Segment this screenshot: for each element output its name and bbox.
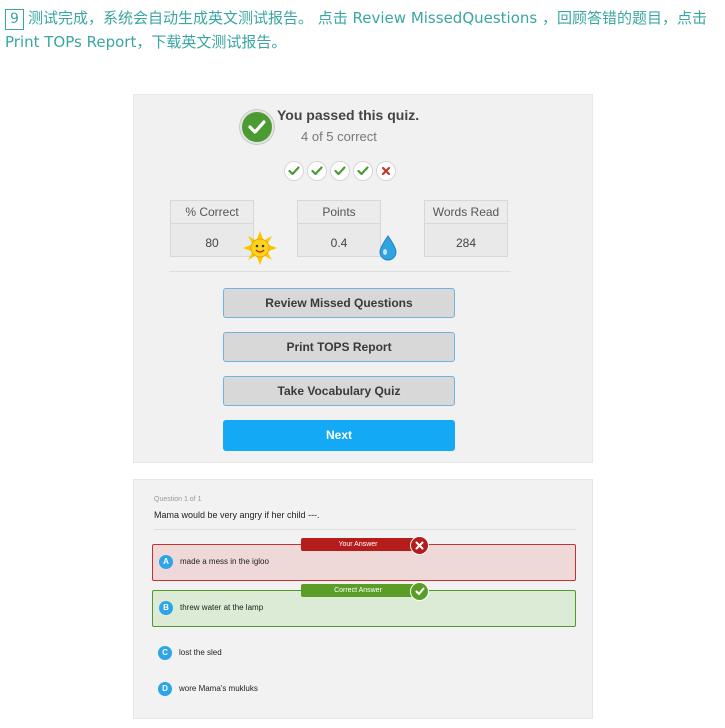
your-answer-tag: Your Answer	[301, 536, 429, 555]
wrong-x-icon	[410, 536, 429, 555]
stat-value: 0.4	[330, 236, 348, 250]
stat-words-read: Words Read 284	[424, 200, 508, 257]
correct-answer-label: Correct Answer	[334, 587, 382, 594]
correct-check-icon	[307, 161, 327, 181]
take-vocabulary-quiz-button[interactable]: Take Vocabulary Quiz	[223, 376, 455, 406]
option-a-your-answer[interactable]: Your Answer A made a mess in the igloo	[152, 536, 576, 581]
answer-indicators	[284, 161, 396, 181]
stat-label: Words Read	[425, 201, 507, 224]
option-text: wore Mama's mukluks	[179, 684, 258, 693]
passed-check-icon	[240, 110, 274, 144]
option-text: made a mess in the igloo	[180, 557, 269, 566]
next-button[interactable]: Next	[223, 420, 455, 451]
your-answer-label: Your Answer	[338, 541, 378, 548]
review-missed-questions-button[interactable]: Review Missed Questions	[223, 288, 455, 318]
option-b-correct-answer[interactable]: Correct Answer B threw water at the lamp	[152, 582, 576, 627]
incorrect-x-icon	[376, 161, 396, 181]
option-text: threw water at the lamp	[180, 603, 264, 612]
correct-check-icon	[284, 161, 304, 181]
question-counter: Question 1 of 1	[154, 496, 202, 503]
option-letter: C	[158, 646, 172, 660]
stat-label: Points	[298, 201, 380, 224]
stat-label: % Correct	[171, 201, 253, 224]
instruction-body: 测试完成，系统会自动生成英文测试报告。 点击 Review MissedQues…	[5, 9, 707, 51]
option-c[interactable]: C lost the sled	[152, 636, 576, 673]
question-review-panel: Question 1 of 1 Mama would be very angry…	[133, 479, 593, 719]
passed-title: You passed this quiz.	[277, 107, 420, 123]
section-divider	[169, 271, 511, 272]
option-text: lost the sled	[179, 648, 222, 657]
correct-answer-tag: Correct Answer	[301, 582, 429, 601]
quiz-result-panel: You passed this quiz. 4 of 5 correct % C…	[133, 94, 593, 463]
print-tops-report-button[interactable]: Print TOPS Report	[223, 332, 455, 362]
option-letter: B	[159, 601, 173, 615]
correct-check-icon	[353, 161, 373, 181]
option-letter: D	[158, 682, 172, 696]
stat-value: 284	[455, 236, 477, 250]
question-divider	[154, 529, 576, 530]
sun-icon	[243, 231, 277, 265]
question-text: Mama would be very angry if her child --…	[154, 510, 320, 520]
stat-value: 80	[205, 236, 219, 250]
step-number: 9	[5, 9, 24, 30]
option-letter: A	[159, 555, 173, 569]
option-d[interactable]: D wore Mama's mukluks	[152, 672, 576, 709]
correct-check-icon	[330, 161, 350, 181]
instruction-text: 9 测试完成，系统会自动生成英文测试报告。 点击 Review MissedQue…	[5, 6, 720, 54]
score-summary: 4 of 5 correct	[301, 129, 377, 144]
stat-points: Points 0.4	[297, 200, 381, 257]
correct-check-icon	[410, 582, 429, 601]
water-drop-icon	[379, 235, 397, 261]
